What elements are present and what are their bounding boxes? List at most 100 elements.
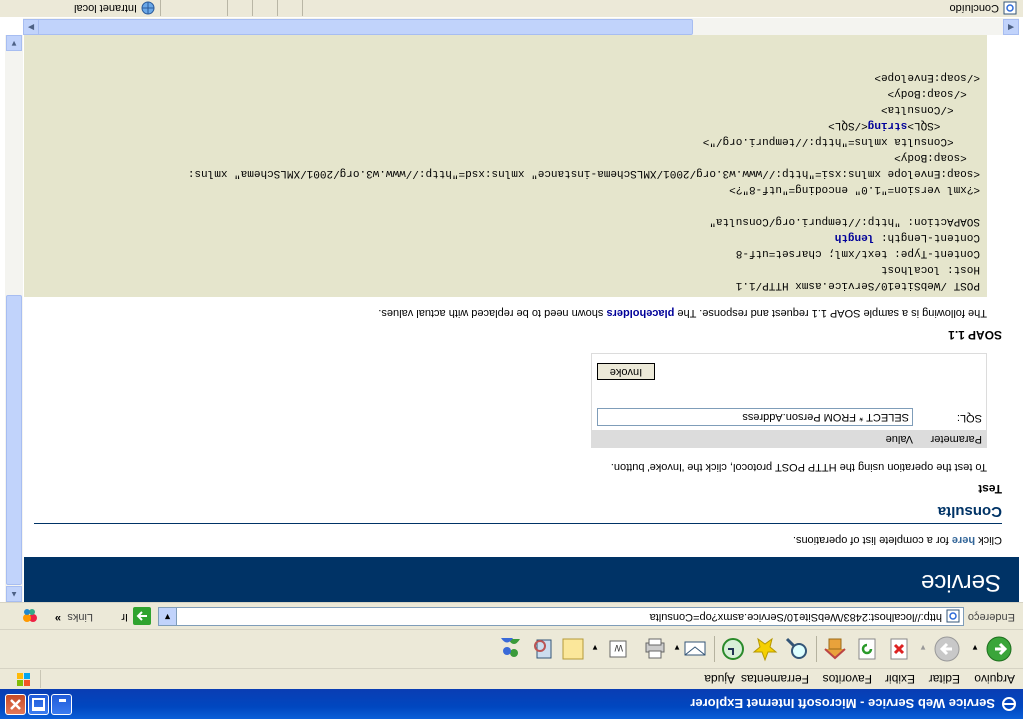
horizontal-scrollbar[interactable]: ◀ ▶ (23, 18, 1019, 35)
col-parameter: Parameter (930, 433, 982, 445)
scroll-left-icon[interactable]: ◀ (1003, 19, 1019, 35)
forward-button[interactable] (933, 635, 961, 663)
vertical-scrollbar[interactable]: ▲ ▼ (5, 35, 23, 602)
code-line: <soap:Body> (894, 151, 980, 163)
home-icon (824, 638, 846, 660)
discuss-icon (562, 638, 584, 660)
address-input[interactable]: http://localhost:2483/WebSite10/Service.… (158, 607, 964, 626)
ie-logo-icon (1002, 697, 1016, 711)
code-line: <Consulta xmlns="http://tempuri.org/"> (702, 135, 980, 147)
soap-desc-prefix: The following is a sample SOAP 1.1 reque… (674, 307, 987, 319)
soap-heading: SOAP 1.1 (948, 328, 1002, 342)
code-line: <soap:Envelope xmlns:xsi="http://www.w3.… (187, 167, 980, 179)
col-value: Value (885, 433, 913, 445)
search-button[interactable] (783, 635, 811, 663)
go-arrow-icon (133, 607, 151, 625)
back-button[interactable] (985, 635, 1013, 663)
test-heading: Test (978, 482, 1002, 496)
forward-icon (934, 636, 960, 662)
scroll-up-icon[interactable]: ▲ (6, 586, 22, 602)
toolbar: ▼ ▼ ▼ W ▼ (0, 629, 1023, 668)
intranet-zone-icon (141, 1, 155, 15)
page-done-icon (1003, 1, 1017, 15)
ie-window: Service Web Service - Microsoft Internet… (0, 0, 1023, 719)
form-header: Parameter Value (592, 430, 986, 447)
vertical-scroll-thumb[interactable] (6, 295, 22, 585)
minimize-icon (59, 699, 66, 702)
maximize-icon (32, 698, 45, 711)
msn-butterfly-icon (23, 609, 37, 622)
maximize-button[interactable] (28, 694, 49, 715)
windows-logo (6, 670, 41, 688)
print-icon (645, 638, 665, 659)
close-button[interactable] (5, 694, 26, 715)
edit-dropdown-icon[interactable]: ▼ (591, 643, 599, 652)
menu-editar[interactable]: Editar (929, 672, 960, 686)
status-divider (160, 0, 161, 16)
code-placeholder: string (867, 119, 908, 131)
stop-button[interactable] (885, 635, 913, 663)
edit-button[interactable]: W (603, 635, 631, 663)
soap-desc-suffix: shown need to be replaced with actual va… (378, 307, 607, 319)
code-line: <?xml version="1.0" encoding="utf-8"?> (729, 183, 980, 195)
research-button[interactable] (529, 635, 557, 663)
edit-icon: W (609, 640, 627, 658)
menu-exibir[interactable]: Exibir (885, 672, 915, 686)
home-button[interactable] (821, 635, 849, 663)
menu-ferramentas[interactable]: Ferramentas (741, 672, 809, 686)
print-button[interactable] (641, 635, 669, 663)
scroll-down-icon[interactable]: ▼ (6, 35, 22, 51)
minimize-button[interactable] (51, 694, 72, 715)
msn-button[interactable] (18, 606, 40, 626)
code-line: SOAPAction: "http://tempuri.org/Consulta… (709, 215, 980, 227)
soap-description: The following is a sample SOAP 1.1 reque… (378, 307, 987, 319)
research-icon (534, 639, 552, 659)
menu-arquivo[interactable]: Arquivo (974, 672, 1015, 686)
code-text: <SQL> (907, 119, 980, 131)
code-line: </soap:Envelope> (874, 71, 980, 83)
code-text: </SQL> (828, 119, 868, 131)
links-label[interactable]: Links (67, 611, 93, 623)
scroll-right-icon[interactable]: ▶ (23, 19, 39, 35)
horizontal-scroll-thumb[interactable] (27, 19, 693, 35)
mail-dropdown-icon[interactable]: ▼ (673, 643, 681, 652)
refresh-icon (858, 638, 876, 660)
menu-bar: Arquivo Editar Exibir Favoritos Ferramen… (0, 668, 1023, 689)
page-content: Service Click here for a complete list o… (24, 35, 1019, 602)
messenger-button[interactable] (497, 635, 525, 663)
code-text: Content-Length: (874, 231, 980, 243)
soap-request-code: POST /WebSite10/Service.asmx HTTP/1.1 Ho… (24, 35, 987, 297)
code-placeholder: length (834, 231, 875, 243)
messenger-icon (501, 638, 520, 657)
operations-link[interactable]: here (952, 534, 975, 546)
favorites-button[interactable] (751, 635, 779, 663)
search-icon (785, 637, 807, 659)
title-divider (34, 523, 1002, 524)
back-dropdown-icon[interactable]: ▼ (971, 643, 979, 652)
intro-prefix: Click (975, 534, 1002, 546)
links-chevron-icon[interactable]: » (55, 612, 61, 624)
window-title: Service Web Service - Microsoft Internet… (690, 696, 995, 711)
mail-button[interactable] (681, 635, 709, 663)
address-dropdown-icon[interactable]: ▼ (159, 608, 177, 625)
go-label[interactable]: Ir (121, 611, 128, 623)
stop-icon (890, 638, 908, 660)
forward-dropdown-icon[interactable]: ▼ (919, 643, 927, 652)
code-line: <SQL>string</SQL> (828, 119, 980, 131)
code-line: </Consulta> (880, 103, 980, 115)
invoke-button[interactable]: Invoke (597, 363, 655, 380)
zone-text: Intranet local (74, 2, 137, 14)
go-button[interactable] (132, 606, 152, 626)
back-icon (986, 636, 1012, 662)
sql-input[interactable] (597, 408, 913, 426)
param-label: SQL: (956, 412, 982, 424)
discuss-button[interactable] (559, 635, 587, 663)
menu-favoritos[interactable]: Favoritos (823, 672, 872, 686)
page-banner: Service (24, 557, 1019, 602)
mail-icon (684, 641, 706, 656)
menu-ajuda[interactable]: Ajuda (704, 672, 735, 686)
history-button[interactable] (719, 635, 747, 663)
address-label: Endereço (967, 611, 1015, 623)
windows-flag-icon (17, 673, 30, 686)
refresh-button[interactable] (853, 635, 881, 663)
